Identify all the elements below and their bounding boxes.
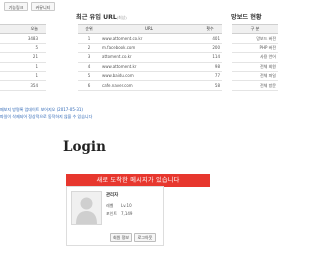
rank-cell: 6 [78,80,100,91]
count-cell: 98 [198,62,222,72]
user-name: 관리자 [106,193,119,198]
level-value: Lv.10 [121,203,132,208]
col-count: 횟수 [198,23,222,35]
point-value: 7,149 [121,211,133,216]
community-button[interactable]: 커뮤니티 [31,2,55,11]
server-info-table: 구 분 망보드 버전 PHP 버전 사용 언어 전체 회원 전체 파일 전체 방… [232,23,278,91]
table-row: 4 www.attoment.kr 98 [78,62,222,72]
stats-cell: 21 [0,52,46,63]
stats-cell: 1 [0,62,46,72]
stats-cell: 5 [0,43,46,54]
profile-box: 관리자 레벨 Lv.10 포인트 7,149 회원 정보 로그아웃 [66,186,164,246]
col-rank: 순위 [78,23,100,35]
rank-cell: 4 [78,62,100,72]
url-link[interactable]: www.baidu.com [100,71,198,82]
referral-table: 순위 URL 횟수 1 www.attoment.co.kr 401 2 m.f… [78,23,222,91]
member-info-button[interactable]: 회원 정보 [110,233,132,242]
point-label: 포인트 [106,211,118,216]
referral-title-text: 최근 유입 URL [76,14,117,21]
table-row: 5 www.baidu.com 77 [78,71,222,82]
count-cell: 200 [198,43,222,54]
feature-link-button[interactable]: 기능링크 [4,2,28,11]
server-info-title: 망보드 현황 [231,14,262,21]
avatar [71,191,102,225]
referral-section-title: 최근 유입 URL(최상) [76,12,127,21]
update-notice-link[interactable]: 페보지 방명록 업데이트 보어지오 (2017-05-31) [0,107,83,113]
stats-cell: 3483 [0,33,46,44]
server-info-header: 구 분 [232,23,278,35]
server-info-label: 전체 회원 [232,62,278,72]
file-warning-notice[interactable]: 파일이 삭제되어 정상적으로 동작하지 않을 수 있습니다 [0,114,92,120]
url-link[interactable]: m.facebook.com [100,43,198,54]
col-url: URL [100,23,198,35]
server-info-label: 사용 언어 [232,52,278,63]
server-info-label: 전체 파일 [232,71,278,82]
table-row: 2 m.facebook.com 200 [78,43,222,54]
server-info-label: 망보드 버전 [232,33,278,44]
url-link[interactable]: attoment.co.kr [100,52,198,63]
rank-cell: 5 [78,71,100,82]
logout-button[interactable]: 로그아웃 [134,233,156,242]
stats-cell: 1 [0,71,46,82]
level-label: 레벨 [106,203,114,208]
stats-table: 오늘 3483 5 21 1 1 354 [0,23,46,91]
url-link[interactable]: www.attoment.co.kr [100,33,198,44]
count-cell: 114 [198,52,222,63]
referral-subtitle: (최상) [116,15,127,20]
url-link[interactable]: www.attoment.kr [100,62,198,72]
rank-cell: 1 [78,33,100,44]
stats-cell: 354 [0,80,46,91]
server-info-label: PHP 버전 [232,43,278,54]
server-info-label: 전체 방문 [232,80,278,91]
count-cell: 58 [198,80,222,91]
rank-cell: 3 [78,52,100,63]
login-title: Login [63,139,106,155]
table-row: 1 www.attoment.co.kr 401 [78,33,222,44]
user-silhouette-icon [76,197,97,224]
table-row: 6 cafe.naver.com 58 [78,80,222,91]
url-link[interactable]: cafe.naver.com [100,80,198,91]
rank-cell: 2 [78,43,100,54]
stats-header: 오늘 [0,23,46,35]
table-row: 3 attoment.co.kr 114 [78,52,222,63]
count-cell: 77 [198,71,222,82]
count-cell: 401 [198,33,222,44]
